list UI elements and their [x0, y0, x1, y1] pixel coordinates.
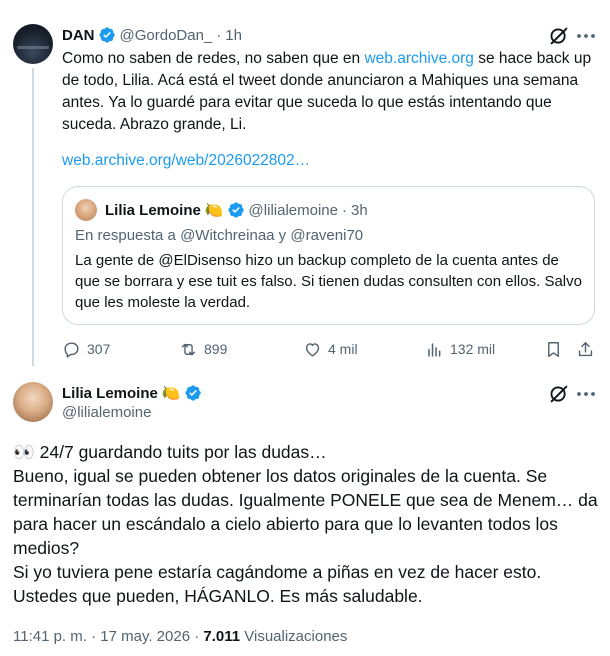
retweet-count: 899: [204, 341, 228, 357]
tweet-metadata: 11:41 p. m. · 17 may. 2026 · 7.011 Visua…: [13, 628, 347, 645]
grok-icon[interactable]: [548, 383, 570, 405]
inline-link[interactable]: web.archive.org: [364, 50, 473, 67]
reply-user-2: @raveni70: [290, 227, 364, 244]
verified-badge-icon: [227, 201, 245, 219]
retweet-icon: [181, 343, 196, 355]
like-button[interactable]: 4 mil: [303, 337, 358, 361]
reply-prefix: En respuesta a: [75, 227, 181, 244]
retweet-button[interactable]: 899: [179, 337, 227, 361]
bookmark-button[interactable]: [544, 337, 563, 361]
tweet-line-2: Bueno, igual se pueden obtener los datos…: [13, 466, 598, 558]
separator-dot: ·: [341, 201, 347, 219]
views-button[interactable]: 132 mil: [425, 337, 495, 361]
separator-dot: ·: [216, 26, 222, 44]
quoted-tweet-card[interactable]: Lilia Lemoine 🍋 @lilialemoine · 3h En re…: [62, 186, 595, 325]
lemon-emoji-icon: 🍋: [204, 202, 224, 219]
main-tweet: Lilia Lemoine 🍋 @lilialemoine 👀 24/7 gua…: [0, 372, 610, 656]
reply-button[interactable]: 307: [62, 337, 110, 361]
tweet-line-4: Ustedes que pueden, HÁGANLO. Es más salu…: [13, 586, 423, 606]
quoted-tweet-time: 3h: [350, 201, 368, 219]
share-button[interactable]: [576, 337, 595, 361]
verified-badge-icon: [184, 384, 202, 402]
tweet-timestamp[interactable]: 11:41 p. m. · 17 may. 2026 ·: [13, 628, 203, 645]
reply-count: 307: [87, 341, 111, 357]
verified-badge-icon: [98, 26, 116, 44]
quoted-author-avatar: [75, 199, 97, 221]
tweet-text: Como no saben de redes, no saben que en …: [62, 48, 592, 136]
author-name[interactable]: DAN: [62, 27, 95, 44]
thread-connector-line: [32, 68, 34, 366]
tweet-quote-reply: DAN @GordoDan_ · 1h Como no saben de red…: [0, 0, 610, 372]
tweet-time[interactable]: 1h: [225, 27, 242, 44]
reply-context: En respuesta a @Witchreinaa y @raveni70: [75, 226, 363, 246]
views-bar-chart-icon: [428, 342, 441, 357]
tweet-header: Lilia Lemoine 🍋: [62, 382, 202, 404]
author-name[interactable]: Lilia Lemoine: [62, 385, 158, 402]
like-count: 4 mil: [328, 341, 358, 357]
views-count: 132 mil: [450, 341, 496, 357]
tweet-line-3: Si yo tuviera pene estaría cagándome a p…: [13, 562, 542, 582]
bookmark-icon: [548, 341, 559, 357]
more-options-icon[interactable]: [575, 25, 597, 47]
tweet-actions-bar: 307 899 4 mil 132 mil: [62, 337, 602, 361]
tweet-line-1: 👀 24/7 guardando tuits por las dudas…: [13, 442, 327, 462]
lemon-emoji-icon: 🍋: [161, 385, 181, 402]
views-label: Visualizaciones: [240, 628, 348, 645]
reply-user-1: @Witchreinaa: [180, 227, 275, 244]
author-handle[interactable]: @lilialemoine: [62, 403, 151, 423]
more-options-icon[interactable]: [575, 383, 597, 405]
views-total: 7.011: [203, 628, 241, 645]
quoted-tweet-header: Lilia Lemoine 🍋 @lilialemoine · 3h: [105, 199, 368, 221]
heart-icon: [305, 342, 320, 357]
tweet-text: 👀 24/7 guardando tuits por las dudas… Bu…: [13, 440, 603, 608]
reply-icon: [64, 341, 79, 358]
quoted-author-handle: @lilialemoine: [248, 201, 338, 219]
author-avatar[interactable]: [13, 382, 53, 422]
reply-and: y: [274, 227, 291, 244]
quoted-author-name: Lilia Lemoine: [105, 201, 201, 219]
author-avatar[interactable]: [13, 24, 53, 64]
tweet-text-start: Como no saben de redes, no saben que en: [62, 50, 365, 67]
author-handle[interactable]: @GordoDan_: [120, 27, 213, 44]
share-icon: [578, 341, 593, 356]
quoted-tweet-text: La gente de @ElDisenso hizo un backup co…: [75, 252, 582, 311]
grok-icon[interactable]: [548, 25, 570, 47]
tweet-header: DAN @GordoDan_ · 1h: [62, 24, 242, 46]
archive-url-link[interactable]: web.archive.org/web/2026022802…: [62, 150, 310, 172]
